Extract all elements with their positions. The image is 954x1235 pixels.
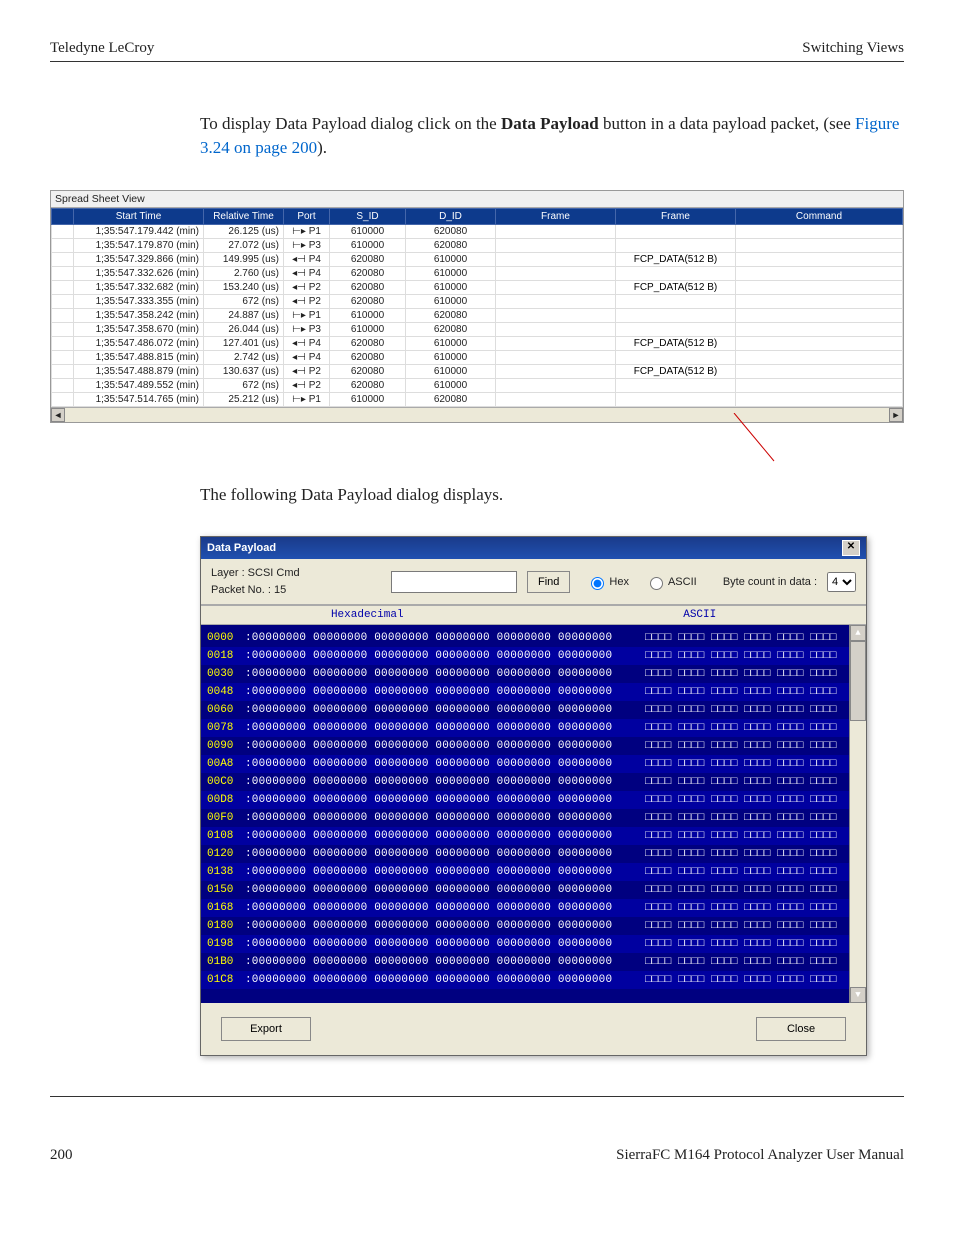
scroll-up-icon[interactable]: ▲ <box>850 625 866 641</box>
table-row[interactable]: 1;35:547.514.765 (min)25.212 (us)⊢▸ P161… <box>52 392 903 406</box>
dp-hex-row: 0198:00000000 00000000 00000000 00000000… <box>201 935 866 953</box>
paragraph-1: To display Data Payload dialog click on … <box>200 112 904 160</box>
table-row[interactable]: 1;35:547.486.072 (min)127.401 (us)◂⊣ P46… <box>52 336 903 350</box>
ssv-col-header[interactable]: Port <box>284 208 330 224</box>
table-row[interactable]: 1;35:547.488.815 (min)2.742 (us)◂⊣ P4620… <box>52 350 903 364</box>
data-payload-dialog: Data Payload ✕ Layer : SCSI Cmd Packet N… <box>200 536 867 1056</box>
col-hex-header: Hexadecimal <box>201 606 534 624</box>
scroll-left-icon[interactable]: ◄ <box>51 408 65 422</box>
dp-hex-row: 0108:00000000 00000000 00000000 00000000… <box>201 827 866 845</box>
page-number: 200 <box>50 1147 73 1164</box>
header-left: Teledyne LeCroy <box>50 40 154 57</box>
dp-hex-row: 0150:00000000 00000000 00000000 00000000… <box>201 881 866 899</box>
callout-line <box>50 423 904 453</box>
dp-hex-row: 00D8:00000000 00000000 00000000 00000000… <box>201 791 866 809</box>
ssv-title: Spread Sheet View <box>51 191 903 208</box>
ascii-radio[interactable]: ASCII <box>645 574 697 590</box>
dp-packet-label: Packet No. : 15 <box>211 582 381 599</box>
table-row[interactable]: 1;35:547.358.670 (min)26.044 (us)⊢▸ P361… <box>52 322 903 336</box>
dp-hex-row: 0060:00000000 00000000 00000000 00000000… <box>201 701 866 719</box>
dp-body: 0000:00000000 00000000 00000000 00000000… <box>201 625 866 1003</box>
scroll-down-icon[interactable]: ▼ <box>850 987 866 1003</box>
ssv-col-header[interactable]: Relative Time <box>204 208 284 224</box>
ssv-col-header[interactable]: D_ID <box>406 208 496 224</box>
ssv-col-header[interactable]: Start Time <box>74 208 204 224</box>
dp-hex-row: 0168:00000000 00000000 00000000 00000000… <box>201 899 866 917</box>
spreadsheet-view-figure: Spread Sheet View Start TimeRelative Tim… <box>50 190 904 453</box>
table-row[interactable]: 1;35:547.489.552 (min)672 (ns)◂⊣ P262008… <box>52 378 903 392</box>
find-button[interactable]: Find <box>527 571 570 593</box>
table-row[interactable]: 1;35:547.329.866 (min)149.995 (us)◂⊣ P46… <box>52 252 903 266</box>
header-rule <box>50 61 904 62</box>
paragraph-2: The following Data Payload dialog displa… <box>200 483 904 507</box>
ssv-table: Start TimeRelative TimePortS_IDD_IDFrame… <box>51 208 903 407</box>
table-row[interactable]: 1;35:547.179.442 (min)26.125 (us)⊢▸ P161… <box>52 224 903 238</box>
header-right: Switching Views <box>802 40 904 57</box>
dp-hex-row: 01B0:00000000 00000000 00000000 00000000… <box>201 953 866 971</box>
bytecount-select[interactable]: 4 <box>827 572 856 592</box>
table-row[interactable]: 1;35:547.332.682 (min)153.240 (us)◂⊣ P26… <box>52 280 903 294</box>
ssv-col-header[interactable]: S_ID <box>330 208 406 224</box>
export-button[interactable]: Export <box>221 1017 311 1041</box>
footer-rule <box>50 1096 904 1097</box>
dp-hex-row: 0030:00000000 00000000 00000000 00000000… <box>201 665 866 683</box>
dp-hex-row: 0138:00000000 00000000 00000000 00000000… <box>201 863 866 881</box>
close-icon[interactable]: ✕ <box>842 540 860 556</box>
ssv-col-header[interactable]: Command <box>736 208 903 224</box>
ssv-col-header[interactable]: Frame <box>496 208 616 224</box>
dp-hex-row: 00C0:00000000 00000000 00000000 00000000… <box>201 773 866 791</box>
dp-hex-row: 0018:00000000 00000000 00000000 00000000… <box>201 647 866 665</box>
dp-hex-row: 0180:00000000 00000000 00000000 00000000… <box>201 917 866 935</box>
table-row[interactable]: 1;35:547.333.355 (min)672 (ns)◂⊣ P262008… <box>52 294 903 308</box>
table-row[interactable]: 1;35:547.358.242 (min)24.887 (us)⊢▸ P161… <box>52 308 903 322</box>
scroll-thumb[interactable] <box>850 641 866 721</box>
bytecount-label: Byte count in data : <box>723 576 817 588</box>
dp-hex-row: 0120:00000000 00000000 00000000 00000000… <box>201 845 866 863</box>
dp-hex-row: 0000:00000000 00000000 00000000 00000000… <box>201 629 866 647</box>
dp-layer-label: Layer : SCSI Cmd <box>211 565 381 582</box>
table-row[interactable]: 1;35:547.332.626 (min)2.760 (us)◂⊣ P4620… <box>52 266 903 280</box>
dp-hex-row: 01C8:00000000 00000000 00000000 00000000… <box>201 971 866 989</box>
dp-hex-row: 0090:00000000 00000000 00000000 00000000… <box>201 737 866 755</box>
hex-radio[interactable]: Hex <box>586 574 629 590</box>
scroll-right-icon[interactable]: ► <box>889 408 903 422</box>
footer-right: SierraFC M164 Protocol Analyzer User Man… <box>616 1147 904 1164</box>
dp-vertical-scrollbar[interactable]: ▲ ▼ <box>849 625 866 1003</box>
dp-title: Data Payload <box>207 542 276 554</box>
table-row[interactable]: 1;35:547.179.870 (min)27.072 (us)⊢▸ P361… <box>52 238 903 252</box>
ssv-col-header[interactable]: Frame <box>616 208 736 224</box>
dp-hex-row: 00A8:00000000 00000000 00000000 00000000… <box>201 755 866 773</box>
dp-hex-row: 0078:00000000 00000000 00000000 00000000… <box>201 719 866 737</box>
close-button[interactable]: Close <box>756 1017 846 1041</box>
dp-hex-row: 00F0:00000000 00000000 00000000 00000000… <box>201 809 866 827</box>
col-ascii-header: ASCII <box>534 606 867 624</box>
table-row[interactable]: 1;35:547.488.879 (min)130.637 (us)◂⊣ P26… <box>52 364 903 378</box>
find-input[interactable] <box>391 571 517 593</box>
dp-hex-row: 0048:00000000 00000000 00000000 00000000… <box>201 683 866 701</box>
